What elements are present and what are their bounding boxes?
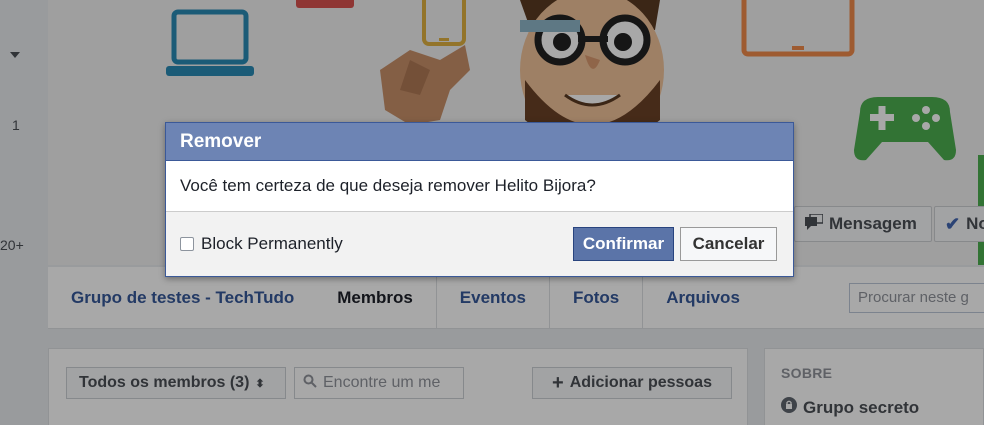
- group-page: 1 20+ Mensagem ✔ No Grupo de testes - Te…: [0, 0, 984, 425]
- confirm-button[interactable]: Confirmar: [573, 227, 674, 261]
- dialog-message: Você tem certeza de que deseja remover H…: [166, 161, 793, 212]
- cancel-button[interactable]: Cancelar: [680, 227, 777, 261]
- block-permanently-checkbox[interactable]: [180, 237, 194, 251]
- block-permanently-label: Block Permanently: [201, 234, 343, 253]
- dialog-title: Remover: [166, 123, 793, 161]
- dialog-footer: Block Permanently Confirmar Cancelar: [166, 212, 793, 276]
- remove-member-dialog: Remover Você tem certeza de que deseja r…: [165, 122, 794, 277]
- block-permanently-option[interactable]: Block Permanently: [180, 234, 343, 254]
